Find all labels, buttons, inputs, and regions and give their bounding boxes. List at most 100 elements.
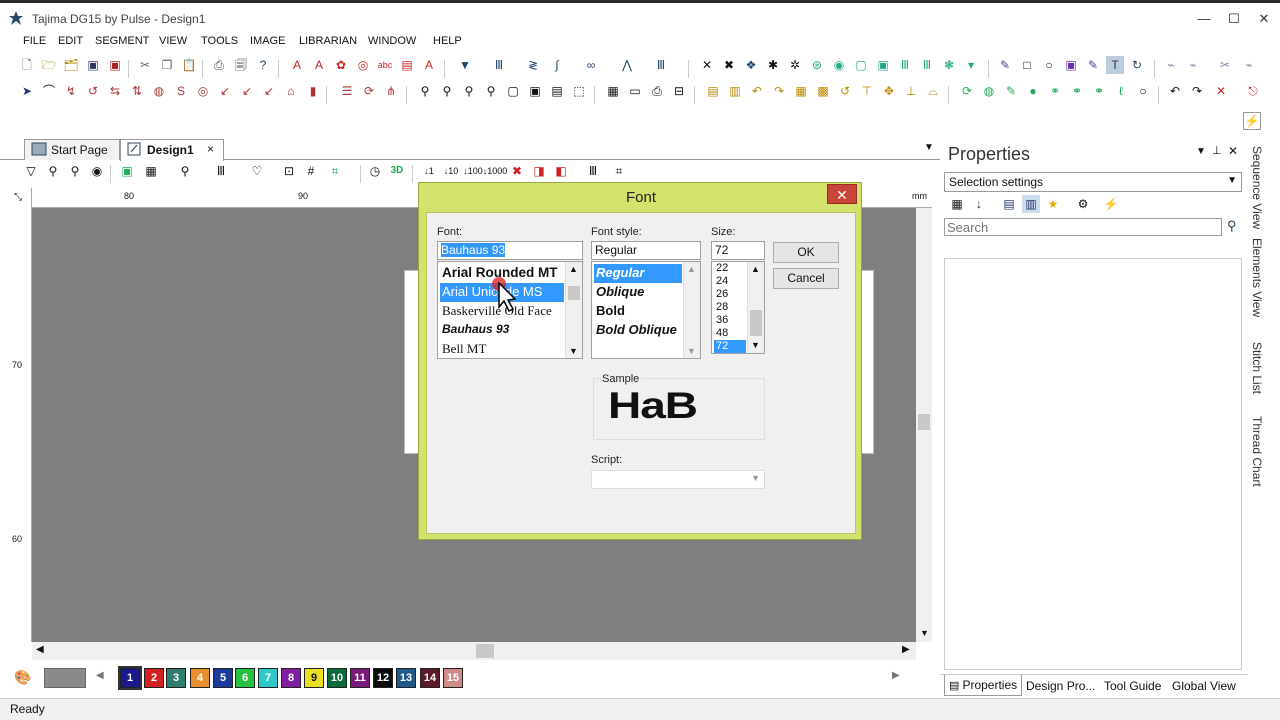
stitch-1-icon[interactable]: ↓1 — [420, 162, 438, 180]
menu-view[interactable]: VIEW — [159, 35, 187, 47]
link-icon[interactable]: ∞ — [582, 56, 600, 74]
scroll-down-icon[interactable]: ▼ — [920, 628, 929, 638]
reshape-icon[interactable]: ↯ — [62, 82, 80, 100]
thread-color-swatch[interactable]: 10 — [327, 668, 347, 688]
size-input[interactable]: 72 — [711, 241, 765, 260]
star-fill-icon[interactable]: ✱ — [764, 56, 782, 74]
stitch-select-icon[interactable]: ⚲ — [44, 162, 62, 180]
thread-color-swatch[interactable]: 8 — [281, 668, 301, 688]
ungroup-icon[interactable]: ▥ — [726, 82, 744, 100]
3d-view-icon[interactable]: 3D — [388, 162, 406, 180]
monogram-icon[interactable]: ✿ — [332, 56, 350, 74]
print-icon[interactable]: ⎙ — [210, 56, 228, 74]
font-list-thumb[interactable] — [568, 286, 580, 300]
menu-tools[interactable]: TOOLS — [201, 35, 238, 47]
node2-icon[interactable]: ⚭ — [1046, 82, 1064, 100]
tab-design-properties[interactable]: Design Pro... — [1026, 679, 1095, 693]
zoom-view-icon[interactable]: ⚲ — [176, 162, 194, 180]
scroll-up-icon[interactable]: ▲ — [569, 264, 578, 274]
thread-color-swatch[interactable]: 3 — [166, 668, 186, 688]
tab-tool-guide[interactable]: Tool Guide — [1104, 679, 1161, 693]
font-item[interactable]: Bell MT — [440, 340, 488, 358]
motif-icon[interactable]: ⊛ — [808, 56, 826, 74]
circle-tool-icon[interactable]: ○ — [1134, 82, 1152, 100]
select-icon[interactable]: ➤ — [18, 82, 36, 100]
bead-icon[interactable]: ❃ — [940, 56, 958, 74]
applique-icon[interactable]: ▣ — [874, 56, 892, 74]
spool-icon[interactable]: ▮ — [304, 82, 322, 100]
ok-button[interactable]: OK — [773, 242, 839, 263]
stitch-icon[interactable]: ◍ — [980, 82, 998, 100]
node-icon[interactable]: ● — [1024, 82, 1042, 100]
palette-right-icon[interactable]: ▶ — [892, 670, 900, 681]
properties-view-icon[interactable]: ▤ — [1000, 195, 1018, 213]
trim-icon[interactable]: ✎ — [1002, 82, 1020, 100]
search-input[interactable] — [944, 218, 1222, 236]
cut-icon[interactable]: ✂ — [136, 56, 154, 74]
fill-icon[interactable]: ▼ — [456, 56, 474, 74]
snowflake-icon[interactable]: ✲ — [786, 56, 804, 74]
arc-icon[interactable]: ↻ — [1128, 56, 1146, 74]
vertical-scrollbar[interactable]: ▼ — [916, 208, 932, 642]
undo-shape-icon[interactable]: ↺ — [836, 82, 854, 100]
text-box-icon[interactable]: ▤ — [398, 56, 416, 74]
trim-stop-icon[interactable]: ◧ — [552, 162, 570, 180]
flip-icon[interactable]: ▩ — [814, 82, 832, 100]
globe-icon[interactable]: ◍ — [150, 82, 168, 100]
stitches-view-icon[interactable]: Ⅲ — [212, 162, 230, 180]
stitch-1000-icon[interactable]: ↓1000 — [483, 162, 508, 180]
column-icon[interactable]: Ⅲ — [652, 56, 670, 74]
palette-left-icon[interactable]: ◀ — [96, 670, 104, 681]
edit-icon[interactable]: ✎ — [1084, 56, 1102, 74]
help-icon[interactable]: ? — [254, 56, 272, 74]
selection-dropdown[interactable]: Selection settings ▼ — [944, 172, 1242, 192]
show-icon[interactable]: ◉ — [88, 162, 106, 180]
measure-icon[interactable]: ⌗ — [326, 162, 344, 180]
redo-icon[interactable]: ↷ — [1188, 82, 1206, 100]
tab-properties[interactable]: ▤ Properties — [944, 675, 1023, 696]
cancel-button[interactable]: Cancel — [773, 268, 839, 289]
vertical-text-icon[interactable]: A — [420, 56, 438, 74]
stitch-edit-icon[interactable]: ⚲ — [66, 162, 84, 180]
thread-color-swatch[interactable]: 13 — [396, 668, 416, 688]
stitch-100-icon[interactable]: ↓100 — [463, 162, 483, 180]
tab-stitch-list[interactable]: Stitch List — [1250, 342, 1264, 394]
categorized-icon[interactable]: ▦ — [948, 195, 966, 213]
thread-color-swatch[interactable]: 4 — [190, 668, 210, 688]
style-input[interactable]: Regular — [591, 241, 701, 260]
sew-simulation-icon[interactable]: ⌗ — [610, 162, 628, 180]
palette-icon[interactable]: 🎨 — [14, 669, 34, 689]
size-item[interactable]: 24 — [714, 275, 730, 288]
pin-icon[interactable]: ⊥ — [1212, 144, 1222, 157]
hoop-view-icon[interactable]: ⊡ — [280, 162, 298, 180]
needle-icon[interactable]: ↙ — [216, 82, 234, 100]
node3-icon[interactable]: ⚭ — [1068, 82, 1086, 100]
style-item[interactable]: Bold — [594, 302, 627, 321]
stop-icon[interactable]: ✖ — [508, 162, 526, 180]
style-item[interactable]: Bold Oblique — [594, 321, 679, 340]
panel-menu-icon[interactable]: ▼ — [1196, 146, 1206, 157]
needle3-icon[interactable]: ↙ — [260, 82, 278, 100]
rotate-left-icon[interactable]: ↶ — [748, 82, 766, 100]
thread-color-swatch[interactable]: 5 — [213, 668, 233, 688]
thread-color-swatch[interactable]: 12 — [373, 668, 393, 688]
tool-a-icon[interactable]: ⌁ — [1162, 56, 1180, 74]
zoom-in-icon[interactable]: ⚲ — [438, 82, 456, 100]
frame-icon[interactable]: ▢ — [852, 56, 870, 74]
horizontal-scroll-thumb[interactable] — [476, 644, 494, 658]
zoom-selection-icon[interactable]: ⚲ — [482, 82, 500, 100]
tab-sequence-view[interactable]: Sequence View — [1250, 146, 1264, 229]
cross-icon[interactable]: ✕ — [698, 56, 716, 74]
menu-window[interactable]: WINDOW — [368, 35, 416, 47]
lattice-icon[interactable]: ✖ — [720, 56, 738, 74]
spiral-icon[interactable]: ◉ — [830, 56, 848, 74]
grid-icon[interactable]: # — [302, 162, 320, 180]
font-list-scrollbar[interactable]: ▲ ▼ — [565, 262, 582, 358]
close-tab-icon[interactable]: × — [207, 142, 214, 156]
zoom-icon[interactable]: ⚲ — [416, 82, 434, 100]
print-preview-icon[interactable]: 🗐 — [232, 56, 250, 74]
satin-icon[interactable]: Ⅲ — [490, 56, 508, 74]
thread-color-swatch[interactable]: 15 — [443, 668, 463, 688]
menu-segment[interactable]: SEGMENT — [95, 35, 149, 47]
thread-color-swatch[interactable]: 6 — [235, 668, 255, 688]
